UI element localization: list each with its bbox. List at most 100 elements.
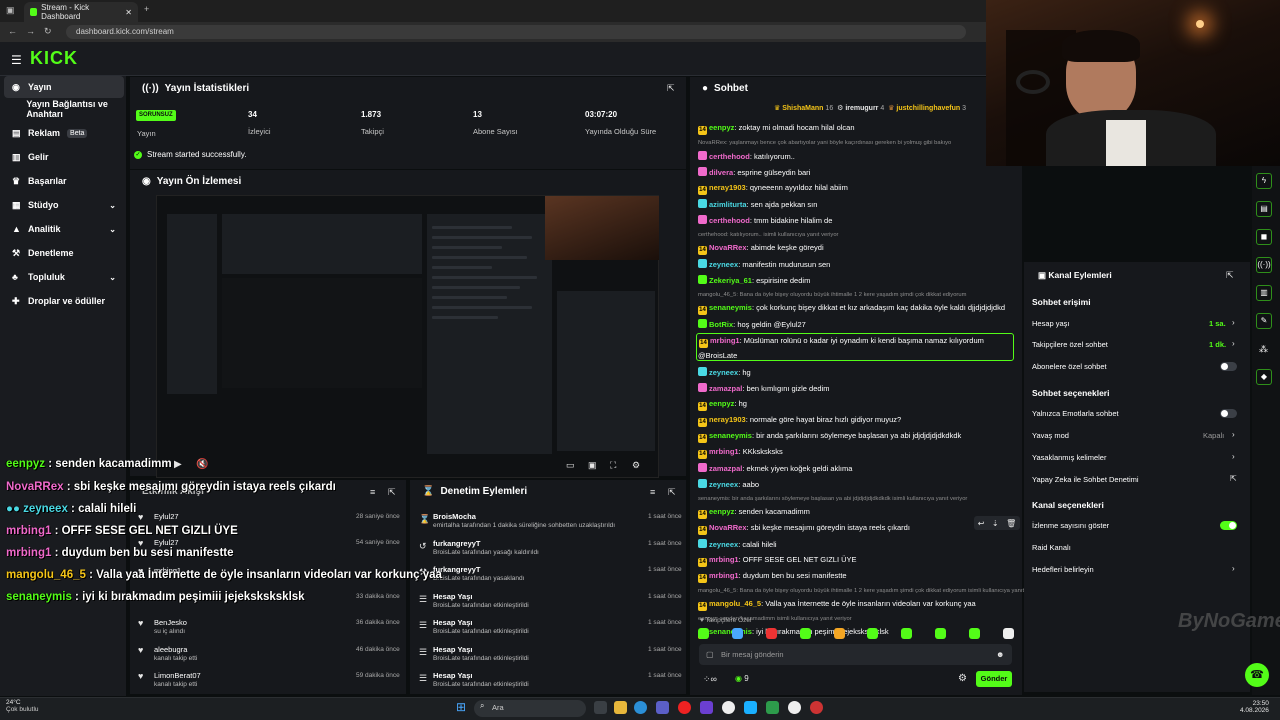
chat-username[interactable]: NovaRRex <box>709 243 747 252</box>
emote-icon[interactable] <box>731 628 743 639</box>
sidebar-item-achievements[interactable]: ♛ Başarılar <box>4 170 124 192</box>
chat-username[interactable]: neray1903 <box>709 415 746 424</box>
clock[interactable]: 23:50 4.08.2026 <box>1240 700 1269 714</box>
weather-widget[interactable]: 24°C Çok bulutlu <box>6 699 39 713</box>
sidebar-item-ads[interactable]: ▤ Reklam Beta <box>4 122 124 144</box>
pin-icon[interactable]: ⇣ <box>992 519 999 528</box>
delete-icon[interactable]: 🗑 <box>1006 519 1016 528</box>
activity-name[interactable]: Eylul27 <box>154 538 179 547</box>
edge-icon[interactable] <box>634 701 647 714</box>
ai-moderation-row[interactable]: Yapay Zeka ile Sohbet Denetimi <box>1032 475 1139 484</box>
moderation-title[interactable]: furkangreyyT <box>433 539 481 548</box>
app-icon[interactable] <box>700 701 713 714</box>
chat-username[interactable]: NovaRRex <box>709 523 747 532</box>
lightning-icon[interactable]: ϟ <box>1256 173 1272 189</box>
chat-username[interactable]: mrbing1 <box>709 447 739 456</box>
popout-icon[interactable]: ⇱ <box>1226 270 1234 281</box>
chat-username[interactable]: certhehood <box>709 216 750 225</box>
sidebar-item-yayin[interactable]: ◉ Yayın <box>4 76 124 98</box>
emote-icon[interactable] <box>833 628 845 639</box>
reply-icon[interactable]: ↩ <box>978 519 985 528</box>
pip-icon[interactable]: ▣ <box>588 460 597 471</box>
chat-input[interactable]: Bir mesaj gönderin <box>699 644 1012 665</box>
document-icon[interactable]: ▤ <box>1256 201 1272 217</box>
menu-icon[interactable]: ☰ <box>11 53 22 67</box>
activity-name[interactable]: aleebugra <box>154 645 187 654</box>
sidebar-item-studio[interactable]: ▦ Stüdyo ⌄ <box>4 194 124 216</box>
sidebar-item-community[interactable]: ♣ Topluluk ⌄ <box>4 266 124 288</box>
moderation-title[interactable]: Hesap Yaşı <box>433 671 472 680</box>
store-icon[interactable] <box>656 701 669 714</box>
points-display[interactable]: ◉ 9 <box>735 674 749 683</box>
back-icon[interactable]: ← <box>8 26 17 36</box>
chat-username[interactable]: dilvera <box>709 168 733 177</box>
chat-username[interactable]: zamazpal <box>709 384 742 393</box>
obs-icon[interactable] <box>810 701 823 714</box>
emote-icon[interactable] <box>1002 628 1014 639</box>
chat-username[interactable]: zeyneex <box>709 368 738 377</box>
reload-icon[interactable]: ↻ <box>44 26 52 37</box>
subscribers-only-toggle[interactable] <box>1220 362 1237 371</box>
diamond-icon[interactable]: ◆ <box>1256 369 1272 385</box>
settings-icon[interactable]: ⚙ <box>632 460 640 471</box>
new-tab-icon[interactable]: + <box>144 4 149 14</box>
send-button[interactable]: Gönder <box>976 671 1012 687</box>
chat-username[interactable]: zamazpal <box>709 464 742 473</box>
app-icon[interactable] <box>744 701 757 714</box>
users-icon[interactable]: ⁂ <box>1259 344 1268 355</box>
chat-username[interactable]: senaneymis <box>709 303 752 312</box>
followers-only-row[interactable]: Takipçilere özel sohbet <box>1032 340 1108 349</box>
explorer-icon[interactable] <box>614 701 627 714</box>
chevron-right-icon[interactable]: › <box>1232 452 1235 461</box>
emote-icon[interactable] <box>765 628 777 639</box>
chevron-right-icon[interactable]: › <box>1232 339 1235 348</box>
app-icon[interactable] <box>678 701 691 714</box>
chat-username[interactable]: senaneymis <box>709 431 752 440</box>
broadcast-icon[interactable]: ((·)) <box>1256 257 1272 273</box>
close-icon[interactable]: ✕ <box>125 8 132 17</box>
chevron-right-icon[interactable]: › <box>1232 430 1235 439</box>
activity-name[interactable]: LimonBerat07 <box>154 671 201 680</box>
forward-icon[interactable]: → <box>26 26 35 36</box>
chat-username[interactable]: mangolu_46_5 <box>709 599 761 608</box>
banned-words-row[interactable]: Yasaklanmış kelimeler <box>1032 453 1106 462</box>
theater-icon[interactable]: ▭ <box>566 460 575 471</box>
url-input[interactable]: dashboard.kick.com/stream <box>66 25 966 39</box>
chat-username[interactable]: azimliturta <box>709 200 747 209</box>
chat-username[interactable]: mrbing1 <box>709 555 739 564</box>
sidebar-item-drops[interactable]: ✚ Droplar ve ödüller <box>4 290 124 312</box>
activity-name[interactable]: BenJesko <box>154 618 187 627</box>
popout-icon[interactable]: ⇱ <box>388 487 396 498</box>
emote-icon[interactable] <box>969 628 980 639</box>
chat-username[interactable]: zeyneex <box>709 260 738 269</box>
emote-icon[interactable] <box>799 628 811 639</box>
tab-list-icon[interactable]: ▣ <box>6 5 15 16</box>
chat-username[interactable]: mrbing1 <box>710 336 740 345</box>
taskview-icon[interactable] <box>594 701 607 714</box>
chat-username[interactable]: mrbing1 <box>709 571 739 580</box>
sidebar-item-income[interactable]: ▥ Gelir <box>4 146 124 168</box>
emote-icon[interactable] <box>901 628 913 639</box>
popout-icon[interactable]: ⇱ <box>668 487 676 498</box>
sidebar-item-analytics[interactable]: ▲ Analitik ⌄ <box>4 218 124 240</box>
chrome-icon[interactable] <box>722 701 735 714</box>
moderation-title[interactable]: Hesap Yaşı <box>433 592 472 601</box>
chrome-icon[interactable] <box>788 701 801 714</box>
app-icon[interactable] <box>766 701 779 714</box>
moderation-title[interactable]: BroisMocha <box>433 512 476 521</box>
windows-start-icon[interactable]: ⊞ <box>456 700 466 714</box>
infinity-icon[interactable]: ⁘∞ <box>703 674 717 685</box>
show-viewcount-toggle[interactable] <box>1220 521 1237 530</box>
set-goals-row[interactable]: Hedefleri belirleyin <box>1032 565 1094 574</box>
chevron-right-icon[interactable]: › <box>1232 564 1235 573</box>
moderation-title[interactable]: Hesap Yaşı <box>433 645 472 654</box>
chat-username[interactable]: certhehood <box>709 152 750 161</box>
external-link-icon[interactable]: ⇱ <box>1230 474 1237 483</box>
emote-only-toggle[interactable] <box>1220 409 1237 418</box>
chat-icon[interactable]: ◼ <box>1256 229 1272 245</box>
chat-username[interactable]: neray1903 <box>709 183 746 192</box>
chat-username[interactable]: BotRix <box>709 320 733 329</box>
chevron-right-icon[interactable]: › <box>1232 318 1235 327</box>
chat-username[interactable]: zeyneex <box>709 480 738 489</box>
filter-icon[interactable]: ≡ <box>650 487 655 497</box>
